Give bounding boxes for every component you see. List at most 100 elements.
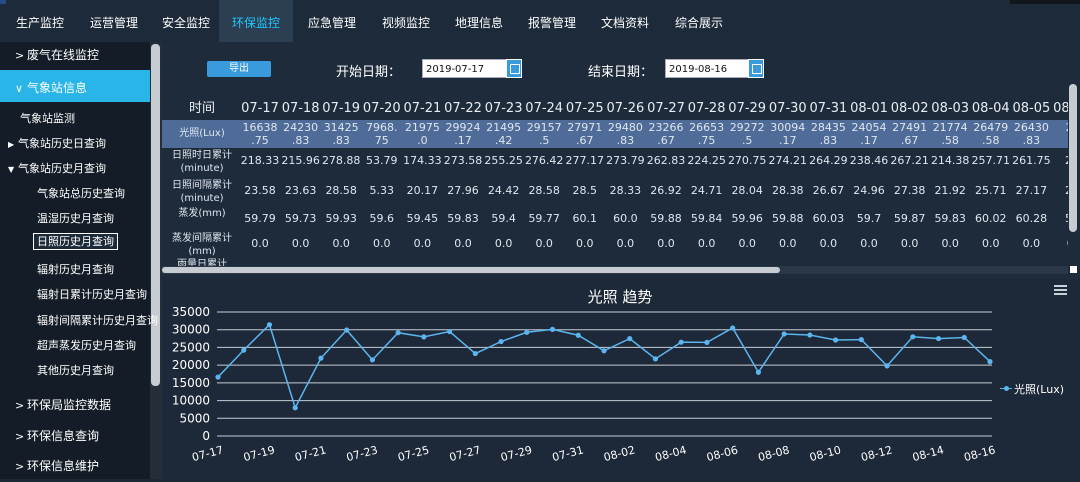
header-date: 07-17 (241, 101, 279, 116)
calendar-icon[interactable] (506, 59, 522, 78)
sidebar-item-day-history[interactable]: ▶ 气象站历史日查询 (0, 135, 150, 151)
table-row[interactable]: 日照间隔累计(minute) 23.58 23.63 28.58 5.33 20.17 27… (162, 178, 1068, 206)
sidebar-subitem[interactable]: 辐射间隔累计历史月查询 (0, 312, 158, 328)
header-date: 07-24 (525, 101, 564, 116)
header-date: 07-18 (281, 101, 320, 116)
table-cell: 0.0 (819, 237, 838, 250)
data-point[interactable] (395, 330, 401, 336)
data-point[interactable] (935, 335, 942, 342)
sidebar-subitem[interactable]: 超声蒸发历史月查询 (0, 337, 150, 353)
sidebar-item-info-maint[interactable]: > 环保信息维护 (0, 457, 150, 474)
header-date: 07-22 (444, 101, 482, 116)
nav-overview[interactable]: 综合展示 (675, 14, 723, 31)
data-point[interactable] (781, 331, 787, 337)
sidebar-subitem[interactable]: 辐射日累计历史月查询 (0, 286, 150, 302)
sidebar-subitem[interactable]: 温湿历史月查询 (0, 210, 150, 226)
data-point[interactable] (241, 347, 247, 353)
table-cell: 273.58 (443, 154, 483, 167)
table-cell: 60.0 (613, 212, 638, 225)
data-point[interactable] (910, 334, 916, 340)
nav-production[interactable]: 生产监控 (16, 14, 64, 31)
x-tick-label: 08-14 (911, 443, 945, 464)
y-tick-label: 35000 (172, 305, 210, 319)
sidebar-item-exhaust[interactable]: > 废气在线监控 (0, 46, 150, 63)
table-row[interactable]: 日照时日累计(minute) 218.33 215.96 278.88 53.79 174… (162, 148, 1068, 178)
data-point[interactable] (678, 339, 684, 345)
table-cell: 0.0 (332, 237, 350, 250)
data-point[interactable] (730, 325, 736, 331)
data-point[interactable] (987, 359, 993, 365)
data-point[interactable] (344, 327, 350, 333)
start-date-input[interactable]: 2019-07-17 (422, 59, 518, 78)
sidebar-item-weather-info[interactable]: ∨ 气象站信息 (0, 70, 150, 102)
data-point[interactable] (369, 357, 375, 363)
data-point[interactable] (421, 334, 427, 340)
table-cell: 224.25 (687, 154, 726, 167)
data-point[interactable] (318, 355, 324, 361)
nav-safety[interactable]: 安全监控 (162, 14, 210, 31)
menu-icon[interactable] (1054, 285, 1067, 296)
sidebar-item-info-query[interactable]: > 环保信息查询 (0, 427, 150, 444)
table-cell: 255.25 (484, 154, 523, 167)
nav-video[interactable]: 视频监控 (382, 14, 430, 31)
table-cell: 59.4 (491, 212, 516, 225)
sidebar-subitem[interactable]: 辐射历史月查询 (0, 261, 150, 277)
data-point[interactable] (807, 332, 813, 338)
table-cell: 2? (1052, 121, 1068, 134)
table-row[interactable]: 蒸发间隔累计(mm) 0.0 0.0 0.0 0.0 0.0 0.0 0.0 0.0 0.0 0.0… (162, 231, 1068, 257)
table-row[interactable]: 光照(Lux) 16638.75 24230.83 31425.83 7968. 75 21… (162, 120, 1068, 148)
sidebar-subitem[interactable]: 气象站总历史查询 (0, 185, 150, 201)
table-cell: 26430.83 (1013, 121, 1049, 147)
sidebar-item-weather-monitor[interactable]: 气象站监测 (0, 110, 150, 126)
data-point[interactable] (627, 336, 633, 342)
sidebar-subitem[interactable]: 其他历史月查询 (0, 362, 150, 378)
chart-legend[interactable]: 光照(Lux) (1000, 381, 1064, 397)
chart-area: 0 5000 10000 15000 20000 25000 30000 35000 07-17… (162, 279, 1080, 479)
sidebar-item-month-history[interactable]: ▼ 气象站历史月查询 (0, 160, 150, 176)
nav-geo[interactable]: 地理信息 (455, 14, 503, 31)
data-point[interactable] (601, 348, 607, 354)
data-point[interactable] (961, 334, 967, 341)
table-cell: 59 (1052, 212, 1068, 225)
table-cell: 0.0 (535, 237, 553, 250)
data-point[interactable] (858, 337, 864, 343)
table-cell: 261.75 (1012, 154, 1051, 167)
data-point[interactable] (498, 338, 504, 345)
data-point[interactable] (215, 374, 221, 380)
sidebar-item-bureau[interactable]: > 环保局监控数据 (0, 396, 150, 413)
table-cell: 0.0 (860, 237, 878, 250)
data-point[interactable] (704, 339, 710, 345)
data-point[interactable] (524, 329, 530, 335)
x-tick-label: 07-31 (551, 443, 585, 464)
table-cell: 5.33 (369, 184, 395, 197)
nav-docs[interactable]: 文档资料 (601, 14, 649, 31)
export-button[interactable]: 导出 (207, 61, 271, 77)
line-chart: 0 5000 10000 15000 20000 25000 30000 35000 07-17… (172, 305, 997, 464)
nav-operations[interactable]: 运营管理 (90, 14, 138, 31)
sidebar-subitem-selected[interactable]: 日照历史月查询 (0, 233, 150, 250)
table-cell: 28.58 (325, 184, 357, 197)
data-point[interactable] (472, 350, 478, 357)
data-point[interactable] (447, 328, 453, 335)
table-row[interactable]: 蒸发(mm) 59.79 59.73 59.93 59.6 59.45 59.83 59.4 5… (162, 206, 1068, 231)
end-date-input[interactable]: 2019-08-16 (665, 59, 761, 78)
table-horizontal-scroll-thumb[interactable] (162, 267, 780, 273)
nav-environment[interactable]: 环保监控 (219, 0, 293, 42)
data-point[interactable] (549, 326, 556, 332)
data-point[interactable] (755, 369, 762, 375)
header-date: 08-02 (890, 101, 929, 116)
calendar-icon[interactable] (748, 59, 764, 78)
data-point[interactable] (833, 337, 839, 343)
nav-emergency[interactable]: 应急管理 (308, 14, 356, 31)
table-vertical-scroll-thumb[interactable] (1069, 84, 1077, 232)
nav-alarm[interactable]: 报警管理 (528, 14, 576, 31)
data-point[interactable] (652, 356, 659, 362)
x-tick-label: 07-27 (448, 443, 482, 464)
table-cell: 59.88 (772, 212, 804, 225)
data-point[interactable] (266, 322, 273, 328)
data-point[interactable] (884, 363, 890, 369)
data-point[interactable] (292, 405, 298, 411)
sidebar-scroll-thumb[interactable] (151, 44, 160, 386)
table-cell: 174.33 (403, 154, 442, 167)
data-point[interactable] (575, 332, 581, 338)
